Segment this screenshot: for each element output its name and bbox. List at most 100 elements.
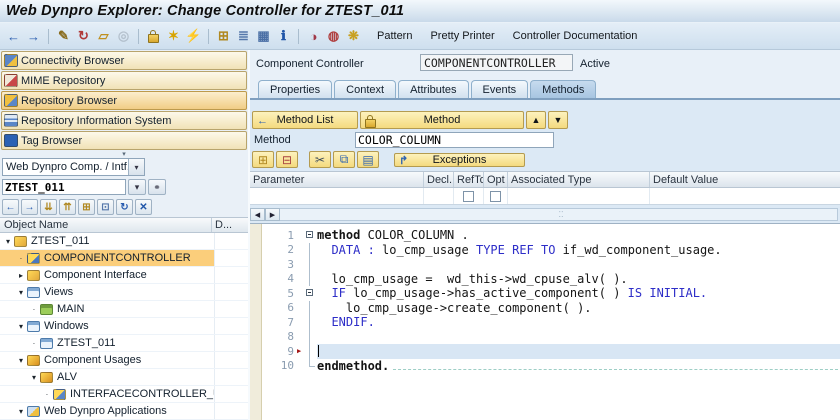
exceptions-button[interactable]: ↱ Exceptions bbox=[394, 153, 525, 167]
controller-name-field[interactable]: COMPONENTCONTROLLER bbox=[420, 54, 573, 71]
table-view-button[interactable]: ▦ bbox=[254, 27, 273, 46]
runtime-analysis-button[interactable]: ◍ bbox=[324, 27, 343, 46]
scroll-left-icon[interactable] bbox=[250, 208, 265, 221]
previous-method-button[interactable]: ▲ bbox=[526, 111, 546, 129]
toolbar-text-button-pattern[interactable]: Pattern bbox=[368, 30, 421, 42]
code-line[interactable]: 3 bbox=[262, 257, 840, 272]
tab-events[interactable]: Events bbox=[471, 80, 529, 98]
code-line[interactable]: 9▶ bbox=[262, 344, 840, 359]
next-method-button[interactable]: ▼ bbox=[548, 111, 568, 129]
object-type-select[interactable]: Web Dynpro Comp. / Intf. bbox=[2, 158, 145, 176]
copy-button[interactable]: ⧉ bbox=[333, 151, 355, 168]
tree-item-interfacecontroller_usage[interactable]: ·INTERFACECONTROLLER_USAGE bbox=[0, 386, 248, 403]
abap-code-editor[interactable]: 1method COLOR_COLUMN .2 DATA : lo_cmp_us… bbox=[250, 223, 840, 420]
session-button[interactable]: ◎ bbox=[114, 27, 133, 46]
execute-button[interactable]: ◑ bbox=[304, 27, 323, 46]
tab-methods[interactable]: Methods bbox=[530, 80, 596, 98]
tree-expander-icon[interactable]: ▾ bbox=[29, 373, 39, 382]
tree-item-ztest_011[interactable]: ·ZTEST_011 bbox=[0, 335, 248, 352]
parameter-cell-defaultvalue[interactable] bbox=[650, 188, 840, 204]
tree-expander-icon[interactable]: ▾ bbox=[16, 322, 26, 331]
chevron-down-icon[interactable] bbox=[128, 159, 144, 175]
back-button[interactable]: ← bbox=[4, 27, 23, 46]
toolbar-text-button-pretty-printer[interactable]: Pretty Printer bbox=[421, 30, 503, 42]
detail-view-button[interactable]: ⊡ bbox=[97, 199, 114, 215]
code-line[interactable]: 10endmethod. bbox=[262, 359, 840, 374]
collapse-all-button[interactable]: ⇊ bbox=[40, 199, 57, 215]
parameter-cell-decl[interactable] bbox=[424, 188, 454, 204]
pattern-wand-button[interactable]: ❋ bbox=[344, 27, 363, 46]
refresh-button[interactable]: ↻ bbox=[74, 27, 93, 46]
sidebar-item-repository-browser[interactable]: Repository Browser bbox=[1, 91, 247, 110]
info-button[interactable]: ℹ bbox=[274, 27, 293, 46]
tree-expander-icon[interactable]: ▾ bbox=[3, 237, 13, 246]
sidebar-item-mime-repository[interactable]: MIME Repository bbox=[1, 71, 247, 90]
refto-checkbox[interactable] bbox=[463, 191, 474, 202]
code-line[interactable]: 8 bbox=[262, 330, 840, 345]
expand-all-button[interactable]: ⇈ bbox=[59, 199, 76, 215]
forward-button[interactable]: → bbox=[21, 199, 38, 215]
fold-collapse-icon[interactable] bbox=[304, 228, 317, 243]
parameter-cell-associatedtype[interactable] bbox=[508, 188, 650, 204]
method-button[interactable]: Method bbox=[360, 111, 524, 129]
line-number: 1 bbox=[262, 229, 297, 242]
lock-button[interactable] bbox=[144, 27, 163, 46]
tree-expander-icon[interactable]: ▾ bbox=[16, 288, 26, 297]
tree-expander-icon[interactable]: ▸ bbox=[16, 271, 26, 280]
tree-item-web dynpro applications[interactable]: ▾Web Dynpro Applications bbox=[0, 403, 248, 420]
code-line[interactable]: 1method COLOR_COLUMN . bbox=[262, 228, 840, 243]
cut-button[interactable]: ✂ bbox=[309, 151, 331, 168]
code-line[interactable]: 4 lo_cmp_usage = wd_this->wd_cpuse_alv( … bbox=[262, 272, 840, 287]
sidebar-item-repository-information-system[interactable]: Repository Information System bbox=[1, 111, 247, 130]
parameter-cell-parameter[interactable] bbox=[250, 188, 424, 204]
refresh-tree-button[interactable]: ↻ bbox=[116, 199, 133, 215]
close-tree-button[interactable]: ✕ bbox=[135, 199, 152, 215]
tab-attributes[interactable]: Attributes bbox=[398, 80, 468, 98]
browser-label: Repository Information System bbox=[21, 115, 171, 127]
tree-expander-icon[interactable]: ▾ bbox=[16, 407, 26, 416]
hierarchy-plus-button[interactable]: ⊞ bbox=[78, 199, 95, 215]
display-change-button[interactable]: ✎ bbox=[54, 27, 73, 46]
code-line[interactable]: 7 ENDIF. bbox=[262, 315, 840, 330]
scrollbar-track[interactable] bbox=[280, 208, 838, 221]
hierarchy-button[interactable]: ⊞ bbox=[214, 27, 233, 46]
paste-button[interactable]: ▤ bbox=[357, 151, 379, 168]
object-dropdown-button[interactable]: ▾ bbox=[128, 179, 146, 195]
tree-expander-icon[interactable]: ▾ bbox=[16, 356, 26, 365]
tab-context[interactable]: Context bbox=[334, 80, 396, 98]
object-name-input[interactable] bbox=[2, 179, 126, 195]
tree-item-alv[interactable]: ▾ALV bbox=[0, 369, 248, 386]
method-list-button[interactable]: ← Method List bbox=[252, 111, 358, 129]
parameter-cell-opt[interactable] bbox=[484, 188, 508, 204]
code-line[interactable]: 2 DATA : lo_cmp_usage TYPE REF TO if_wd_… bbox=[262, 243, 840, 258]
code-line[interactable]: 6 lo_cmp_usage->create_component( ). bbox=[262, 301, 840, 316]
parameter-cell-refto[interactable] bbox=[454, 188, 484, 204]
tree-item-component interface[interactable]: ▸Component Interface bbox=[0, 267, 248, 284]
tree-item-ztest_011[interactable]: ▾ZTEST_011 bbox=[0, 233, 248, 250]
display-object-button[interactable]: ⚭ bbox=[148, 179, 166, 195]
toolbar-text-button-controller-documentation[interactable]: Controller Documentation bbox=[504, 30, 647, 42]
tree-item-views[interactable]: ▾Views bbox=[0, 284, 248, 301]
panel-splitter-handle[interactable] bbox=[0, 150, 248, 158]
check-button[interactable]: ✶ bbox=[164, 27, 183, 46]
insert-row-button[interactable]: ⊞ bbox=[252, 151, 274, 168]
method-name-input[interactable] bbox=[355, 132, 554, 148]
fold-collapse-icon[interactable] bbox=[304, 286, 317, 301]
sidebar-item-connectivity-browser[interactable]: Connectivity Browser bbox=[1, 51, 247, 70]
other-object-button[interactable]: ▱ bbox=[94, 27, 113, 46]
activate-button[interactable]: ⚡ bbox=[184, 27, 203, 46]
opt-checkbox[interactable] bbox=[490, 191, 501, 202]
object-list-button[interactable]: ≣ bbox=[234, 27, 253, 46]
delete-row-button[interactable]: ⊟ bbox=[276, 151, 298, 168]
sidebar-item-tag-browser[interactable]: Tag Browser bbox=[1, 131, 247, 150]
forward-button[interactable]: → bbox=[24, 27, 43, 46]
up-triangle-icon: ▲ bbox=[532, 115, 541, 125]
tree-item-windows[interactable]: ▾Windows bbox=[0, 318, 248, 335]
scroll-right-icon[interactable] bbox=[265, 208, 280, 221]
tree-item-component usages[interactable]: ▾Component Usages bbox=[0, 352, 248, 369]
tree-item-componentcontroller[interactable]: ·COMPONENTCONTROLLER bbox=[0, 250, 248, 267]
back-button[interactable]: ← bbox=[2, 199, 19, 215]
code-line[interactable]: 5 IF lo_cmp_usage->has_active_component(… bbox=[262, 286, 840, 301]
tree-item-main[interactable]: ·MAIN bbox=[0, 301, 248, 318]
tab-properties[interactable]: Properties bbox=[258, 80, 332, 98]
